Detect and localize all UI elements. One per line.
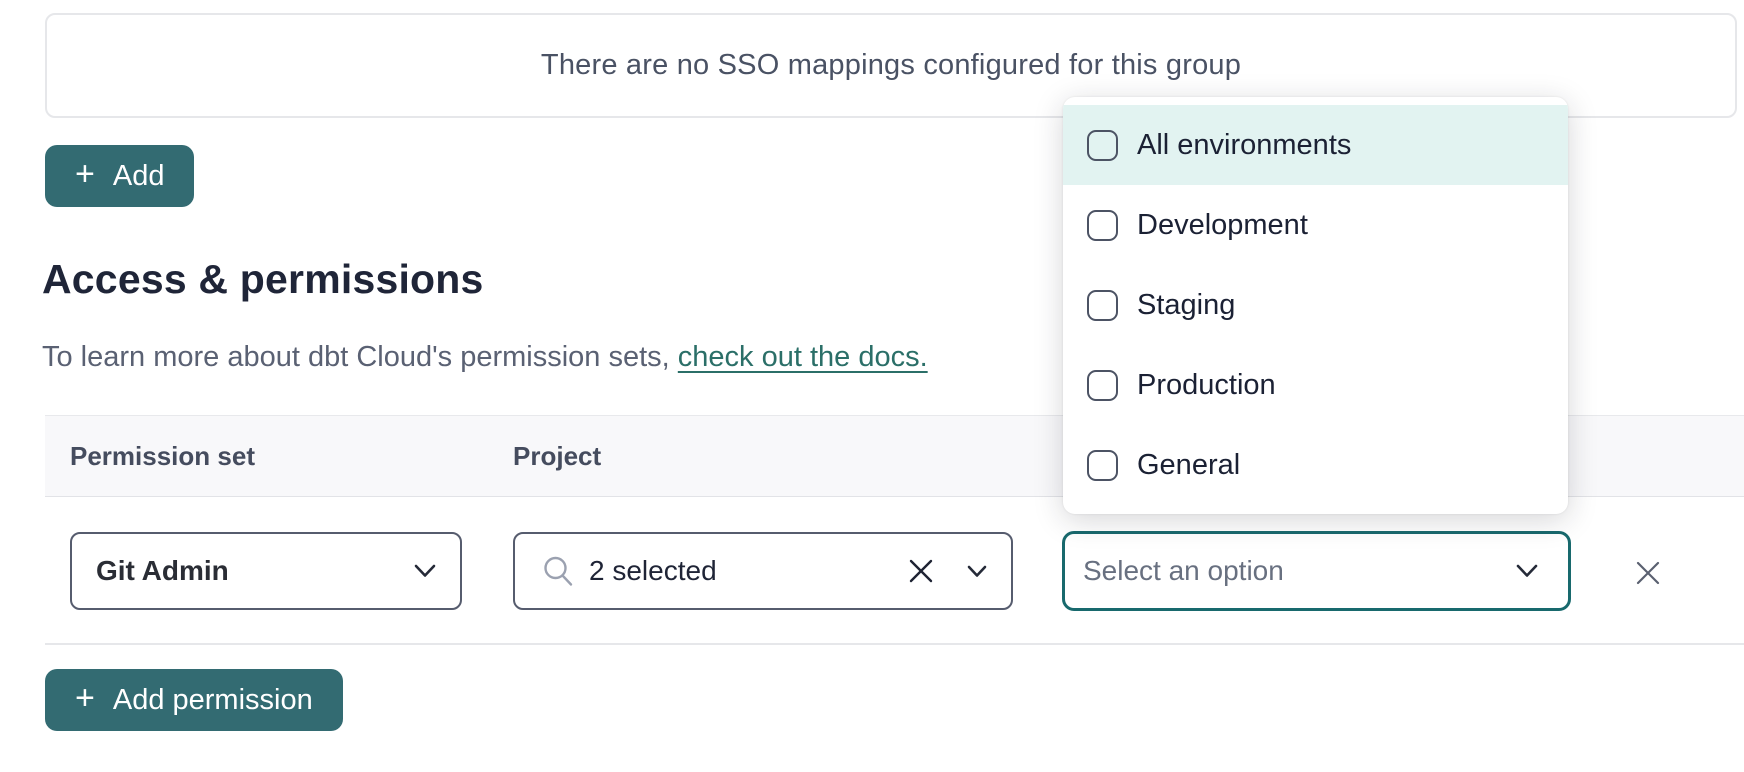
environment-dropdown-popup: All environments Development Staging Pro…: [1063, 97, 1568, 514]
option-label: All environments: [1137, 129, 1351, 162]
permission-set-value: Git Admin: [96, 555, 414, 587]
chevron-down-icon: [967, 565, 987, 578]
add-permission-label: Add permission: [113, 684, 313, 717]
dropdown-option-development[interactable]: Development: [1063, 185, 1568, 265]
option-label: Production: [1137, 369, 1276, 402]
add-permission-button[interactable]: + Add permission: [45, 669, 343, 731]
checkbox[interactable]: [1087, 210, 1118, 241]
option-label: General: [1137, 449, 1240, 482]
checkbox[interactable]: [1087, 130, 1118, 161]
environment-select[interactable]: Select an option: [1062, 531, 1571, 611]
clear-x-icon[interactable]: [909, 559, 933, 583]
dropdown-option-production[interactable]: Production: [1063, 345, 1568, 425]
description-text: To learn more about dbt Cloud's permissi…: [42, 341, 678, 373]
column-header-project: Project: [513, 441, 601, 472]
environment-placeholder: Select an option: [1083, 555, 1516, 587]
dropdown-option-all-environments[interactable]: All environments: [1063, 105, 1568, 185]
dropdown-option-general[interactable]: General: [1063, 425, 1568, 505]
search-icon: [543, 556, 573, 587]
chevron-down-icon: [414, 564, 436, 578]
checkbox[interactable]: [1087, 450, 1118, 481]
project-select[interactable]: 2 selected: [513, 532, 1013, 610]
dropdown-option-staging[interactable]: Staging: [1063, 265, 1568, 345]
checkbox[interactable]: [1087, 290, 1118, 321]
option-label: Staging: [1137, 289, 1235, 322]
sso-empty-message: There are no SSO mappings configured for…: [541, 49, 1241, 82]
project-selected-count: 2 selected: [589, 555, 909, 587]
add-sso-mapping-button[interactable]: + Add: [45, 145, 194, 207]
chevron-down-icon: [1516, 564, 1538, 578]
docs-link[interactable]: check out the docs.: [678, 341, 928, 373]
remove-row-button[interactable]: [1629, 554, 1667, 592]
permission-set-select[interactable]: Git Admin: [70, 532, 462, 610]
column-header-permission-set: Permission set: [70, 441, 513, 472]
page-title: Access & permissions: [42, 256, 484, 303]
checkbox[interactable]: [1087, 370, 1118, 401]
plus-icon: +: [75, 681, 95, 715]
plus-icon: +: [75, 157, 95, 191]
option-label: Development: [1137, 209, 1308, 242]
section-description: To learn more about dbt Cloud's permissi…: [42, 341, 928, 374]
remove-x-icon: [1636, 561, 1660, 585]
add-button-label: Add: [113, 160, 165, 193]
